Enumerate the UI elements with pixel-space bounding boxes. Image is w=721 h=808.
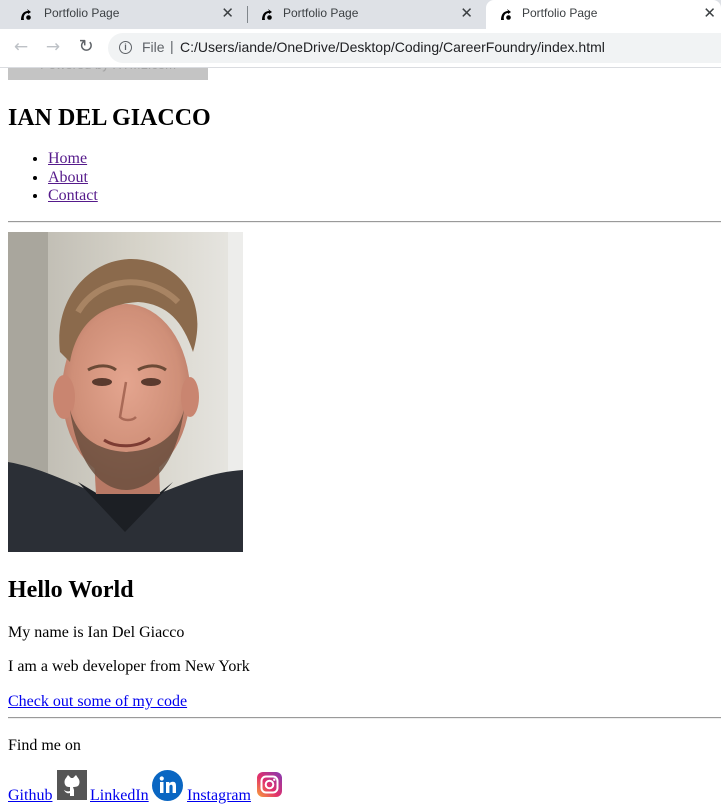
tab-title: Portfolio Page	[283, 6, 359, 20]
nav-link-about[interactable]: About	[48, 169, 88, 186]
nav-item-contact: Contact	[48, 187, 98, 206]
github-link[interactable]: Github	[8, 787, 52, 805]
instagram-icon[interactable]	[257, 772, 282, 797]
main-nav: Home About Contact	[8, 150, 98, 206]
address-bar[interactable]: i File | C:/Users/iande/OneDrive/Desktop…	[108, 33, 721, 63]
github-icon[interactable]	[57, 770, 87, 800]
browser-toolbar: ← → ↻ i File | C:/Users/iande/OneDrive/D…	[0, 29, 721, 68]
nav-link-contact[interactable]: Contact	[48, 187, 98, 204]
browser-tab[interactable]: Portfolio Page ✕	[249, 0, 485, 29]
nav-link-home[interactable]: Home	[48, 150, 87, 167]
info-icon[interactable]: i	[119, 41, 132, 54]
tab-close-icon[interactable]: ✕	[703, 4, 716, 22]
url-text[interactable]: C:/Users/iande/OneDrive/Desktop/Coding/C…	[180, 39, 605, 55]
browser-tab-bar: Portfolio Page ✕ Portfolio Page ✕ Portfo…	[0, 0, 721, 29]
code-link[interactable]: Check out some of my code	[8, 693, 187, 711]
tab-close-icon[interactable]: ✕	[460, 4, 473, 22]
hello-heading: Hello World	[8, 577, 134, 603]
nav-item-home: Home	[48, 150, 98, 169]
tab-title: Portfolio Page	[522, 6, 598, 20]
tab-title: Portfolio Page	[44, 6, 120, 20]
instagram-link[interactable]: Instagram	[187, 787, 251, 805]
powered-by-banner: Powered by HTML.com	[8, 68, 208, 80]
reload-icon[interactable]: ↻	[76, 37, 96, 57]
favicon-icon	[21, 9, 31, 20]
site-title: IAN DEL GIACCO	[8, 105, 211, 131]
bio-text: I am a web developer from New York	[8, 658, 250, 675]
intro-text: My name is Ian Del Giacco	[8, 624, 185, 641]
forward-arrow-icon[interactable]: →	[43, 37, 63, 57]
linkedin-icon[interactable]	[152, 770, 183, 801]
profile-photo	[8, 232, 243, 552]
find-me-text: Find me on	[8, 737, 81, 754]
tab-close-icon[interactable]: ✕	[221, 4, 234, 22]
favicon-icon	[262, 9, 272, 20]
page-content: Powered by HTML.com IAN DEL GIACCO Home …	[0, 68, 721, 808]
back-arrow-icon[interactable]: ←	[11, 37, 31, 57]
divider	[8, 717, 721, 719]
tab-divider	[247, 6, 248, 23]
nav-item-about: About	[48, 169, 98, 188]
divider	[8, 221, 721, 223]
browser-tab[interactable]: Portfolio Page ✕	[0, 0, 246, 29]
url-scheme: File	[142, 39, 165, 55]
browser-tab-active[interactable]: Portfolio Page ✕	[486, 0, 721, 29]
favicon-icon	[501, 9, 511, 20]
linkedin-link[interactable]: LinkedIn	[90, 787, 149, 805]
url-separator: |	[170, 38, 174, 54]
